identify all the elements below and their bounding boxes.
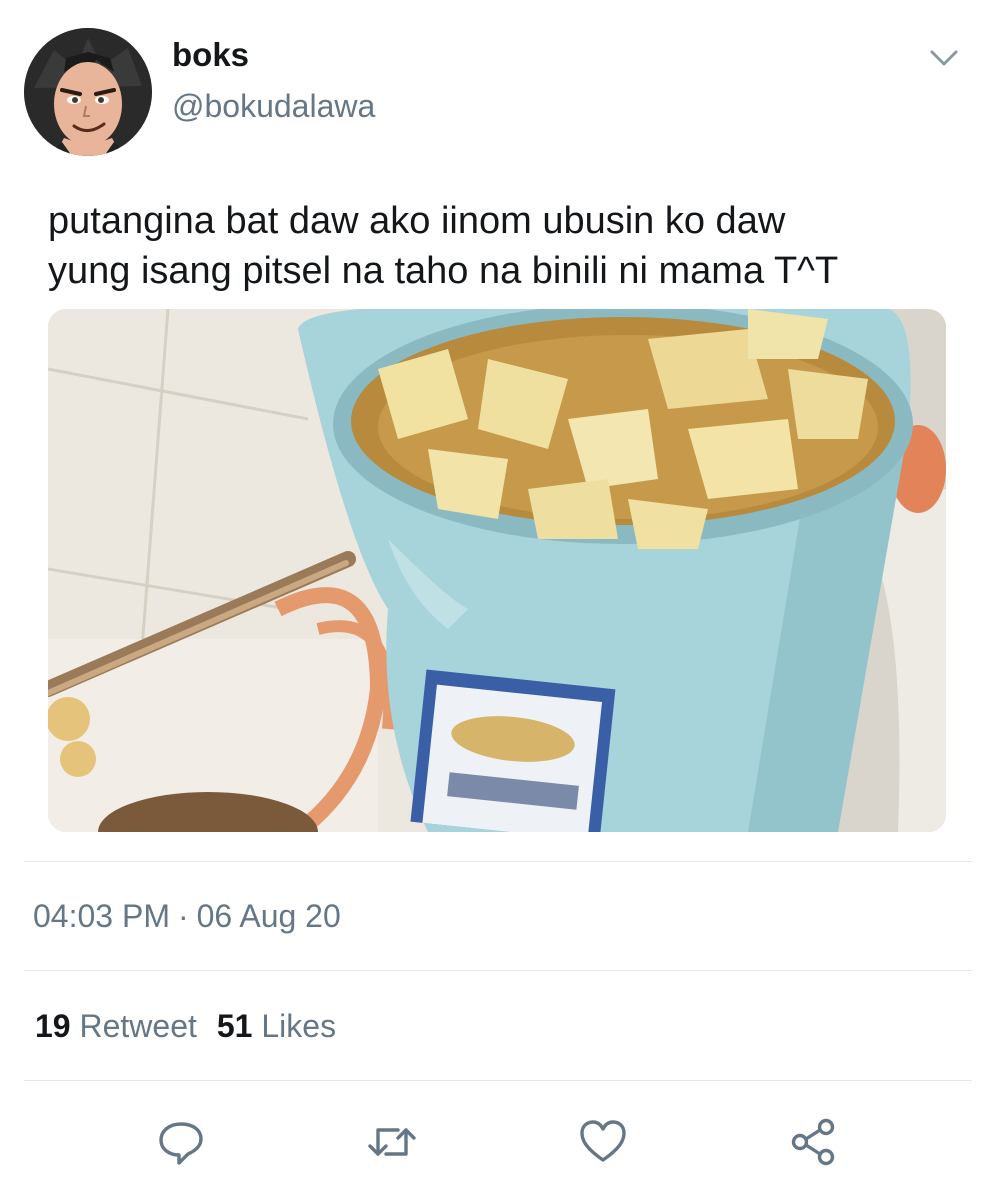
tweet: boks @bokudalawa putangina bat daw ako i…	[0, 0, 996, 1200]
like-button[interactable]	[573, 1112, 633, 1172]
display-name[interactable]: boks	[172, 36, 249, 74]
heart-icon	[580, 1120, 626, 1162]
retweet-count: 19	[35, 1008, 71, 1044]
divider	[24, 861, 972, 862]
reply-icon	[159, 1122, 203, 1165]
tweet-time: 04:03 PM	[33, 898, 170, 934]
retweets-stat[interactable]: 19 Retweet	[35, 1008, 197, 1044]
retweet-label: Retweet	[79, 1008, 197, 1044]
reply-button[interactable]	[151, 1112, 211, 1172]
avatar[interactable]	[24, 28, 152, 156]
tweet-photo[interactable]	[48, 309, 946, 832]
like-count: 51	[216, 1008, 253, 1044]
user-handle[interactable]: @bokudalawa	[172, 88, 375, 125]
chevron-down-icon[interactable]	[922, 40, 966, 76]
likes-stat[interactable]: 51 Likes	[217, 1008, 336, 1044]
taho-pitcher-photo	[48, 309, 946, 832]
divider	[24, 970, 972, 971]
share-button[interactable]	[784, 1112, 844, 1172]
retweet-icon	[368, 1128, 416, 1156]
like-label: Likes	[261, 1008, 337, 1044]
avatar-illustration	[24, 28, 152, 156]
timestamp-separator: ·	[177, 898, 189, 934]
tweet-text: putangina bat daw ako iinom ubusin ko da…	[48, 200, 839, 292]
tweet-timestamp[interactable]: 04:03 PM · 06 Aug 20	[33, 898, 341, 935]
engagement-stats: 19 Retweet 51 Likes	[35, 1008, 336, 1045]
tweet-date: 06 Aug 20	[196, 898, 341, 934]
retweet-button[interactable]	[362, 1112, 422, 1172]
divider	[24, 1080, 972, 1081]
share-icon	[791, 1118, 835, 1166]
